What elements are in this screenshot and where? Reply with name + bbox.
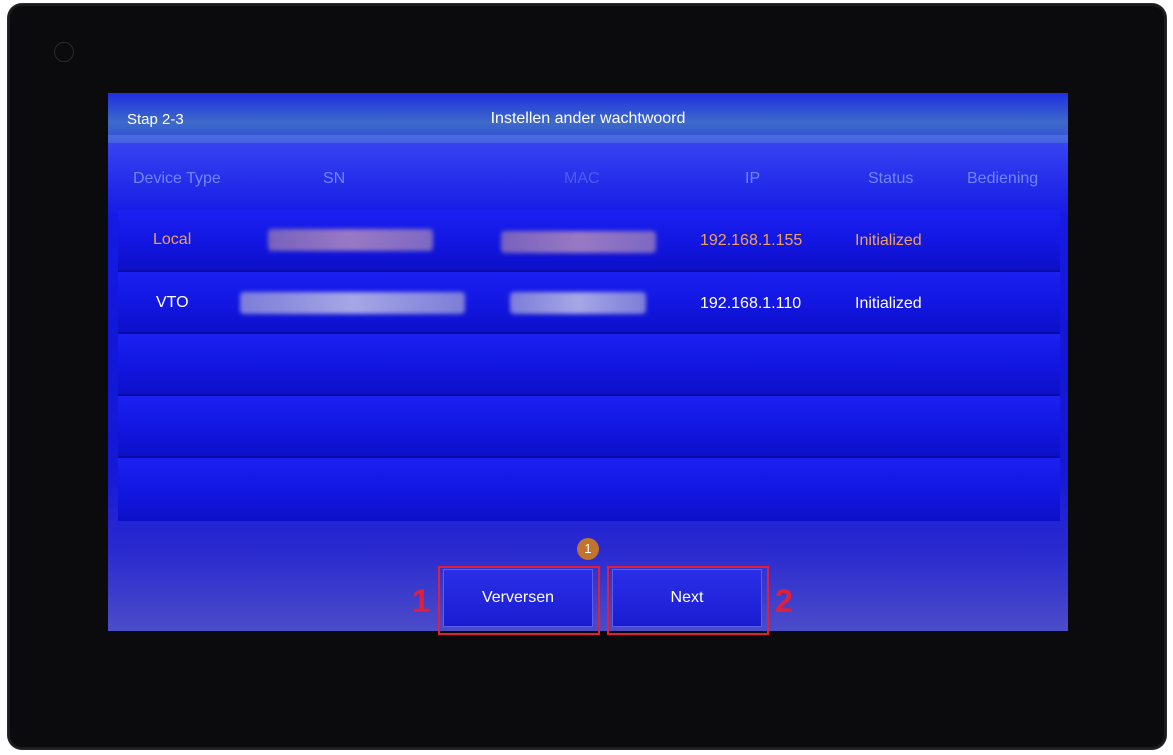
col-header-mac: MAC [564, 170, 600, 187]
ip-cell: 192.168.1.110 [700, 295, 802, 312]
col-header-actions: Bediening [967, 170, 1039, 187]
device-table: Local 192.168.1.155 Initialized VTO 192.… [118, 210, 1060, 521]
mac-redacted [501, 231, 656, 253]
col-header-status: Status [868, 170, 914, 187]
status-cell: Initialized [855, 232, 922, 249]
device-type-cell: VTO [156, 294, 189, 311]
mac-redacted [510, 292, 646, 314]
table-row[interactable] [118, 458, 1060, 521]
table-row[interactable]: Local 192.168.1.155 Initialized [118, 210, 1060, 272]
annotation-marker-2: 2 [775, 583, 793, 619]
col-header-sn: SN [323, 170, 346, 187]
camera-icon [54, 42, 74, 62]
col-header-ip: IP [745, 170, 761, 187]
annotation-marker-1: 1 [412, 583, 430, 619]
device-type-cell: Local [153, 231, 192, 248]
title-bar: Stap 2-3 Instellen ander wachtwoord [108, 93, 1068, 143]
screen: Stap 2-3 Instellen ander wachtwoord Devi… [108, 93, 1068, 631]
sn-redacted [240, 292, 465, 314]
ip-cell: 192.168.1.155 [700, 232, 803, 249]
annotation-box-refresh [438, 566, 600, 635]
sn-redacted [268, 229, 433, 251]
annotation-box-next [607, 566, 769, 635]
table-row[interactable]: VTO 192.168.1.110 Initialized [118, 272, 1060, 334]
table-row[interactable] [118, 396, 1060, 458]
col-header-device-type: Device Type [133, 170, 221, 187]
status-cell: Initialized [855, 295, 922, 312]
notification-badge: 1 [577, 538, 599, 560]
table-row[interactable] [118, 334, 1060, 396]
page-title: Instellen ander wachtwoord [490, 110, 686, 127]
